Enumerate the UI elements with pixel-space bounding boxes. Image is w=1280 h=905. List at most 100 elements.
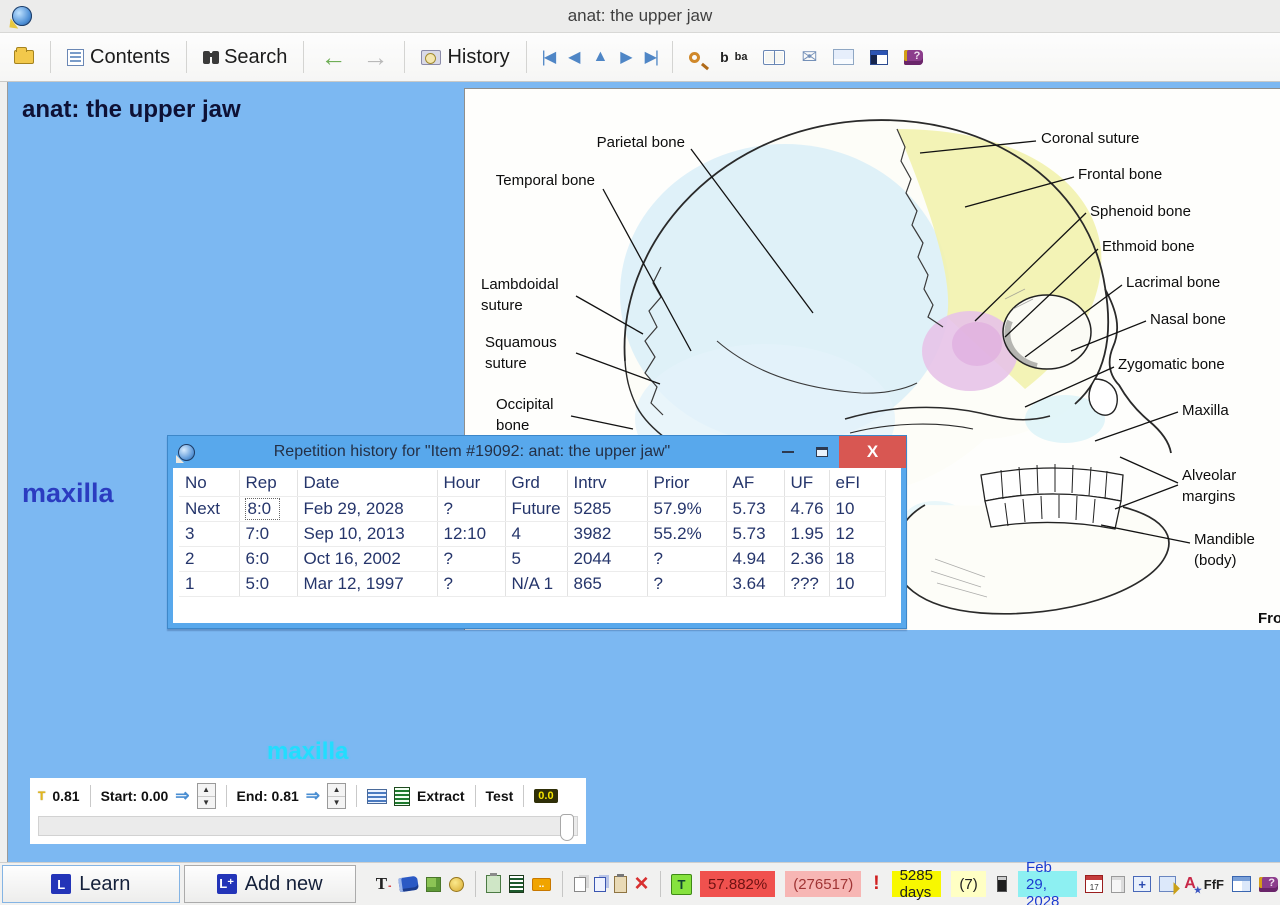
- calendar-icon[interactable]: 17: [1085, 872, 1103, 896]
- spin-up-icon[interactable]: ▲: [198, 784, 215, 797]
- cell: 12: [829, 521, 885, 546]
- nav-last-button[interactable]: ▶|: [642, 47, 660, 67]
- blue-book-glyph: [398, 876, 419, 893]
- read-point-slider[interactable]: [38, 816, 578, 836]
- minimize-button[interactable]: [771, 436, 805, 468]
- set-end-button[interactable]: ⇒: [306, 786, 320, 806]
- page-icon[interactable]: [1111, 872, 1125, 896]
- end-spinner[interactable]: ▲▼: [327, 783, 346, 809]
- forward-button[interactable]: →: [358, 42, 392, 72]
- counter-badge: 0.0: [534, 789, 557, 803]
- nav-first-button[interactable]: |◀: [539, 47, 557, 67]
- window-titlebar[interactable]: anat: the upper jaw: [0, 0, 1280, 33]
- toolbar-separator: [526, 41, 527, 73]
- table-row[interactable]: 3 7:0 Sep 10, 2013 12:10 4 3982 55.2% 5.…: [179, 521, 885, 546]
- stopwatch-glyph: [449, 877, 464, 892]
- magnifier-icon: [689, 52, 700, 63]
- maximize-button[interactable]: [805, 436, 839, 468]
- reference-book-icon[interactable]: [399, 872, 418, 896]
- toolbar-separator: [186, 41, 187, 73]
- back-button[interactable]: ←: [316, 42, 350, 72]
- spin-down-icon[interactable]: ▼: [198, 797, 215, 809]
- find-elements-button[interactable]: [685, 50, 708, 65]
- close-button[interactable]: X: [839, 436, 906, 468]
- window-move-icon[interactable]: +: [1133, 872, 1151, 896]
- document-glyph: [509, 875, 524, 893]
- timer-icon[interactable]: [449, 872, 464, 896]
- delete-icon[interactable]: ×: [635, 872, 649, 896]
- col-uf: UF: [784, 470, 829, 496]
- paste-article-icon[interactable]: [486, 872, 501, 896]
- page-glyph: [1111, 876, 1125, 893]
- split-icon[interactable]: [367, 789, 387, 804]
- learn-button[interactable]: L Learn: [2, 865, 180, 903]
- cell-focused: 8:0: [239, 496, 297, 521]
- cell: Feb 29, 2028: [297, 496, 437, 521]
- open-collection-button[interactable]: [10, 48, 38, 66]
- item-count-badge[interactable]: (276517): [785, 871, 861, 897]
- help-glyph: [1259, 877, 1278, 892]
- spin-down-icon[interactable]: ▼: [328, 797, 345, 809]
- knowledge-tree-icon[interactable]: [426, 872, 441, 896]
- translate-button[interactable]: bba: [716, 47, 751, 67]
- start-spinner[interactable]: ▲▼: [197, 783, 216, 809]
- email-button[interactable]: ✉: [797, 44, 821, 71]
- dialog-app-icon: [178, 444, 195, 461]
- help-book-icon[interactable]: [1259, 872, 1278, 896]
- font-icon[interactable]: FfF: [1204, 872, 1224, 896]
- help-book-icon: [904, 50, 923, 65]
- lined-document-icon[interactable]: [509, 872, 524, 896]
- comment-icon[interactable]: ..: [532, 872, 551, 896]
- dictionary-button[interactable]: [759, 48, 789, 67]
- learn-label: Learn: [79, 873, 130, 896]
- dark-window-icon[interactable]: [997, 876, 1007, 892]
- outstanding-badge[interactable]: (7): [951, 871, 985, 897]
- duplicate-icon[interactable]: [574, 872, 586, 896]
- cell: 5285: [567, 496, 647, 521]
- clipboard-glyph: [614, 876, 627, 893]
- cell: 1.95: [784, 521, 829, 546]
- priority-icon: T: [38, 789, 45, 803]
- retention-badge[interactable]: 57.882%: [700, 871, 775, 897]
- alert-icon[interactable]: !: [869, 873, 883, 895]
- spin-up-icon[interactable]: ▲: [328, 784, 345, 797]
- image-window-button[interactable]: [829, 47, 858, 67]
- separator: [523, 785, 524, 807]
- cell: Oct 16, 2002: [297, 546, 437, 571]
- tasklist-icon[interactable]: T: [671, 872, 692, 896]
- next-date-badge[interactable]: Feb 29, 2028: [1018, 871, 1077, 897]
- cell: 12:10: [437, 521, 505, 546]
- test-button[interactable]: Test: [486, 788, 514, 804]
- extract-button[interactable]: Extract: [417, 788, 464, 804]
- window-layout-button[interactable]: [866, 48, 892, 67]
- table-row[interactable]: 1 5:0 Mar 12, 1997 ? N/A 1 865 ? 3.64 ??…: [179, 571, 885, 596]
- translate-glyph: ba: [735, 51, 748, 63]
- extract-icon[interactable]: [394, 787, 410, 806]
- nav-up-button[interactable]: ▲: [589, 48, 609, 66]
- align-star-icon[interactable]: A: [1184, 872, 1196, 896]
- history-button[interactable]: History: [417, 44, 513, 71]
- window-grid-icon[interactable]: [1232, 872, 1251, 896]
- cell: 7:0: [239, 521, 297, 546]
- cell: N/A 1: [505, 571, 567, 596]
- notes-glyph: [1159, 876, 1176, 892]
- end-label: End: 0.81: [237, 788, 299, 804]
- slider-handle[interactable]: [560, 814, 574, 841]
- nav-prev-button[interactable]: ◀: [565, 47, 581, 67]
- contents-button[interactable]: Contents: [63, 44, 174, 71]
- search-button[interactable]: Search: [199, 44, 291, 71]
- dialog-titlebar[interactable]: Repetition history for "Item #19092: ana…: [168, 436, 906, 468]
- label-sphenoid-bone: Sphenoid bone: [1090, 202, 1191, 223]
- copy-icon[interactable]: [594, 872, 606, 896]
- table-row[interactable]: 2 6:0 Oct 16, 2002 ? 5 2044 ? 4.94 2.36 …: [179, 546, 885, 571]
- add-new-button[interactable]: L⁺ Add new: [184, 865, 356, 903]
- text-format-icon[interactable]: T..: [376, 872, 391, 896]
- table-row[interactable]: Next 8:0 Feb 29, 2028 ? Future 5285 57.9…: [179, 496, 885, 521]
- interval-badge[interactable]: 5285 days: [892, 871, 942, 897]
- set-start-button[interactable]: ⇒: [175, 786, 189, 806]
- toolbar-separator: [303, 41, 304, 73]
- help-button[interactable]: [900, 48, 927, 67]
- nav-next-button[interactable]: ▶: [617, 47, 633, 67]
- notes-icon[interactable]: [1159, 872, 1176, 896]
- clipboard-icon[interactable]: [614, 872, 627, 896]
